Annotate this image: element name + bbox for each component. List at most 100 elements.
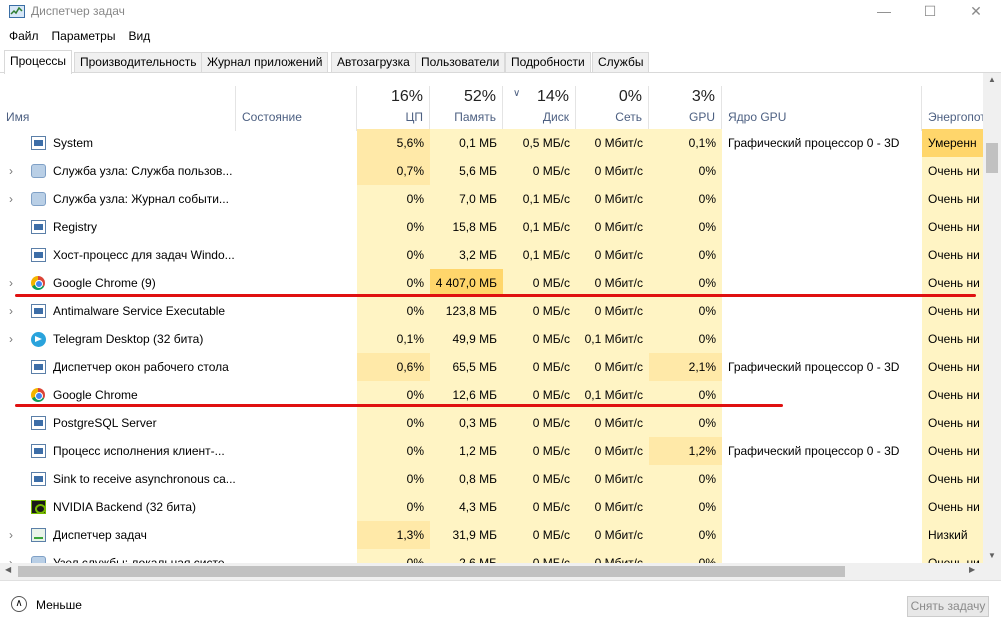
gpu-engine-cell [728, 409, 918, 437]
end-task-button[interactable]: Снять задачу [907, 596, 989, 617]
cpu-cell: 0% [357, 297, 430, 325]
network-cell: 0 Мбит/с [576, 521, 649, 549]
column-cpu[interactable]: 16% ЦП [357, 86, 430, 131]
expand-chevron-icon[interactable]: › [9, 269, 13, 297]
horizontal-scroll-thumb[interactable] [18, 566, 845, 577]
power-usage-cell: Очень ни [922, 381, 983, 409]
expand-chevron-icon[interactable]: › [9, 521, 13, 549]
gpu-engine-cell [728, 465, 918, 493]
gpu-cell: 1,2% [649, 437, 722, 465]
process-name: Хост-процесс для задач Windo... [53, 248, 235, 262]
gpu-cell: 0% [649, 409, 722, 437]
gear-icon [31, 164, 46, 178]
tab-services[interactable]: Службы [592, 52, 650, 72]
expand-chevron-icon[interactable]: › [9, 297, 13, 325]
gpu-engine-cell [728, 157, 918, 185]
power-usage-cell: Очень ни [922, 185, 983, 213]
column-memory[interactable]: 52% Память [430, 86, 503, 131]
power-usage-cell: Очень ни [922, 493, 983, 521]
disk-cell: 0 МБ/с [503, 353, 576, 381]
table-row[interactable]: › Antimalware Service Executable 0% 123,8 М… [0, 297, 983, 325]
process-name: Sink to receive asynchronous ca... [53, 472, 236, 486]
gpu-engine-cell: Графический процессор 0 - 3D [728, 136, 900, 150]
network-cell: 0 Мбит/с [576, 465, 649, 493]
cpu-cell: 0,6% [357, 353, 430, 381]
process-name: Telegram Desktop (32 бита) [53, 332, 204, 346]
network-cell: 0 Мбит/с [576, 185, 649, 213]
network-cell: 0 Мбит/с [576, 437, 649, 465]
table-row[interactable]: › Telegram Desktop (32 бита) 0,1% 49,9 МБ 0 … [0, 325, 983, 353]
tab-users[interactable]: Пользователи [415, 52, 506, 72]
expand-chevron-icon[interactable]: › [9, 549, 13, 563]
process-name: Служба узла: Служба пользов... [53, 164, 233, 178]
minimize-button[interactable]: — [861, 0, 907, 24]
scroll-down-icon[interactable]: ▼ [983, 551, 1001, 560]
table-row[interactable]: System 5,6% 0,1 МБ 0,5 МБ/с 0 Мбит/с 0,1% Граф… [0, 129, 983, 157]
gpu-cell: 0% [649, 297, 722, 325]
tab-details[interactable]: Подробности [505, 52, 591, 72]
process-name: PostgreSQL Server [53, 416, 157, 430]
table-row[interactable]: Sink to receive asynchronous ca... 0% 0,8 … [0, 465, 983, 493]
column-status[interactable]: Состояние [236, 86, 357, 131]
window-icon [31, 360, 46, 374]
table-row[interactable]: › Служба узла: Журнал событи... 0% 7,0 МБ 0,… [0, 185, 983, 213]
gpu-engine-cell [728, 493, 918, 521]
table-row[interactable]: Registry 0% 15,8 МБ 0,1 МБ/с 0 Мбит/с 0% Очень… [0, 213, 983, 241]
memory-cell: 2,6 МБ [430, 549, 503, 563]
column-name[interactable]: Имя [0, 86, 236, 131]
table-row[interactable]: Хост-процесс для задач Windo... 0% 3,2 МБ 0… [0, 241, 983, 269]
table-row[interactable]: Диспетчер окон рабочего стола 0,6% 65,5 МБ… [0, 353, 983, 381]
sort-chevron-icon: ∨ [513, 88, 521, 99]
power-usage-cell: Очень ни [922, 325, 983, 353]
menu-view[interactable]: Вид [124, 26, 154, 46]
menu-file[interactable]: Файл [5, 26, 43, 46]
vertical-scrollbar[interactable]: ▲ ▼ [983, 73, 1001, 563]
disk-cell: 0 МБ/с [503, 269, 576, 297]
fewer-details-link[interactable]: Меньше [36, 598, 82, 612]
tab-bar: Процессы Производительность Журнал прило… [0, 50, 1001, 74]
window-icon [31, 416, 46, 430]
column-gpu[interactable]: 3% GPU [649, 86, 722, 131]
tab-startup[interactable]: Автозагрузка [331, 52, 416, 72]
footer-bar: ∧ Меньше Снять задачу [0, 580, 1001, 620]
table-row[interactable]: › Служба узла: Служба пользов... 0,7% 5,6 М… [0, 157, 983, 185]
scroll-left-icon[interactable]: ◀ [5, 565, 11, 574]
table-row[interactable]: NVIDIA Backend (32 бита) 0% 4,3 МБ 0 МБ/с 0 … [0, 493, 983, 521]
column-network[interactable]: 0% Сеть [576, 86, 649, 131]
chrome-icon [31, 276, 45, 290]
table-row[interactable]: PostgreSQL Server 0% 0,3 МБ 0 МБ/с 0 Мбит/с 0… [0, 409, 983, 437]
tab-processes[interactable]: Процессы [4, 50, 73, 74]
table-row[interactable]: › Узел службы: локальная систе... 0% 2,6 МБ… [0, 549, 983, 563]
vertical-scroll-thumb[interactable] [986, 143, 998, 173]
gpu-engine-cell [728, 297, 918, 325]
menu-options[interactable]: Параметры [48, 26, 120, 46]
scroll-right-icon[interactable]: ▶ [969, 565, 975, 574]
window-title: Диспетчер задач [31, 4, 125, 18]
table-row[interactable]: › Google Chrome (9) 0% 4 407,0 МБ 0 МБ/с 0 Мб… [0, 269, 983, 297]
network-cell: 0 Мбит/с [576, 157, 649, 185]
column-power[interactable]: Энергопотр [922, 86, 983, 131]
column-disk[interactable]: ∨ 14% Диск [503, 86, 576, 131]
tab-app-history[interactable]: Журнал приложений [201, 52, 329, 72]
close-button[interactable]: ✕ [953, 0, 999, 24]
process-name: Google Chrome (9) [53, 276, 156, 290]
maximize-button[interactable]: ☐ [907, 0, 953, 24]
gpu-cell: 2,1% [649, 353, 722, 381]
expand-chevron-icon[interactable]: › [9, 185, 13, 213]
cpu-cell: 0% [357, 241, 430, 269]
gpu-engine-cell: Графический процессор 0 - 3D [728, 360, 900, 374]
expand-chevron-icon[interactable]: › [9, 157, 13, 185]
scroll-up-icon[interactable]: ▲ [983, 75, 1001, 84]
chevron-up-icon[interactable]: ∧ [11, 596, 27, 612]
table-row[interactable]: Процесс исполнения клиент-... 0% 1,2 МБ 0 М… [0, 437, 983, 465]
tab-performance[interactable]: Производительность [74, 52, 203, 72]
gpu-engine-cell [728, 549, 918, 563]
expand-chevron-icon[interactable]: › [9, 325, 13, 353]
process-name: System [53, 136, 94, 150]
network-cell: 0 Мбит/с [576, 129, 649, 157]
table-row[interactable]: › Диспетчер задач 1,3% 31,9 МБ 0 МБ/с 0 Мбит/… [0, 521, 983, 549]
column-gpu-engine[interactable]: Ядро GPU [722, 86, 922, 131]
cpu-cell: 0% [357, 493, 430, 521]
horizontal-scrollbar[interactable]: ◀ ▶ [0, 563, 983, 580]
process-name: NVIDIA Backend (32 бита) [53, 500, 196, 514]
